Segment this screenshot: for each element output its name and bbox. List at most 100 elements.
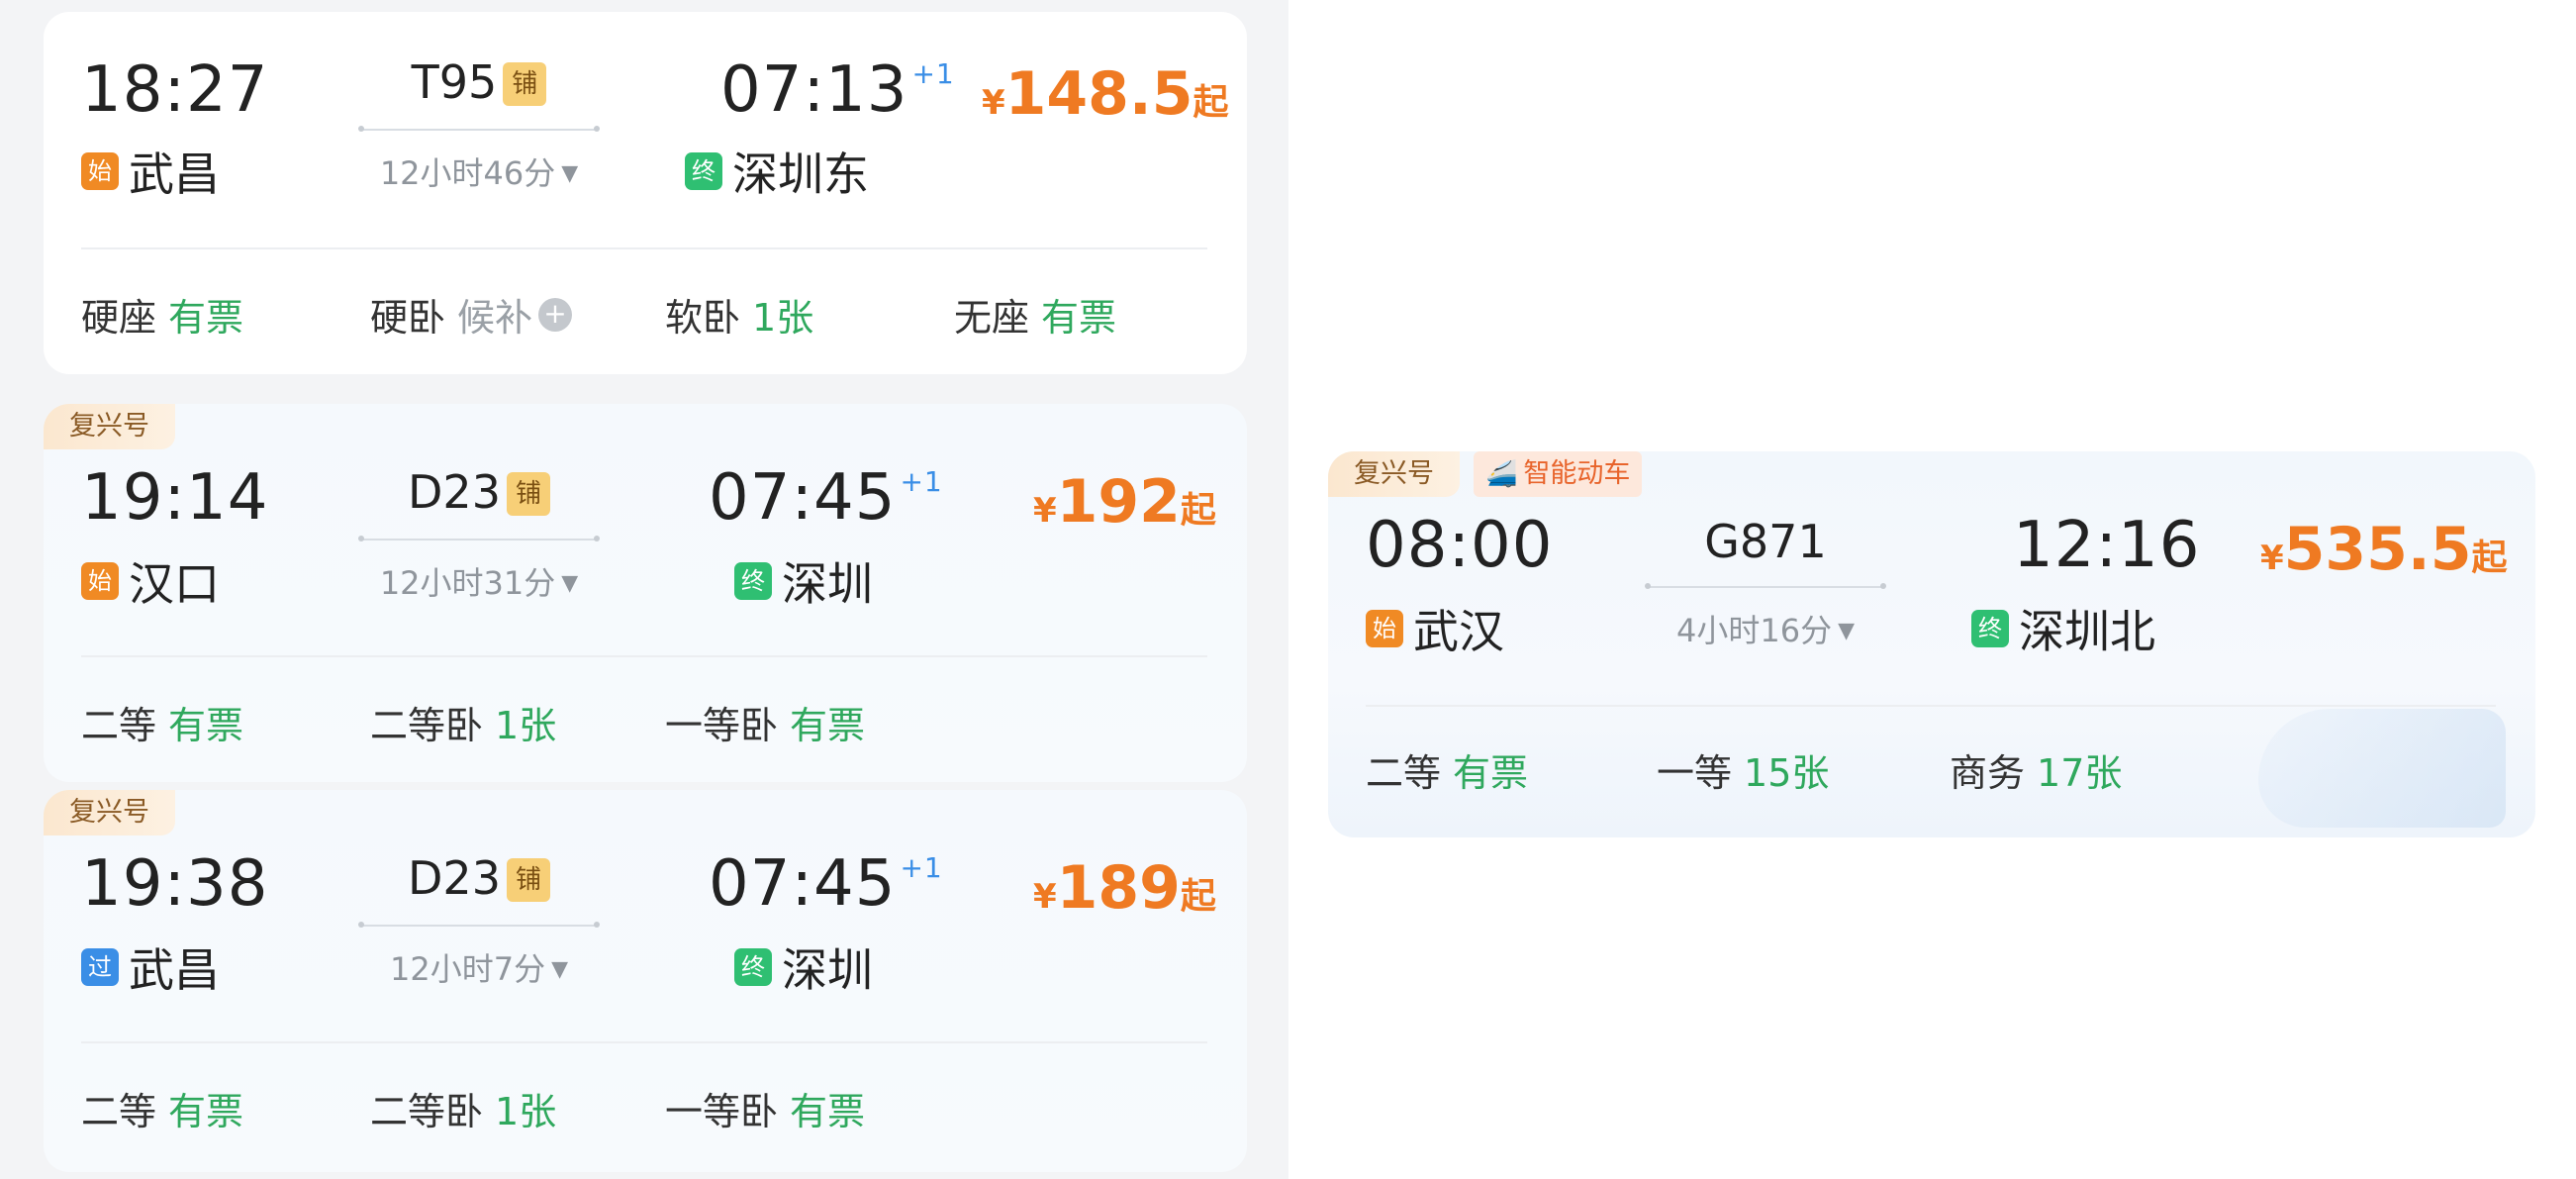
seat-label: 无座 [954, 296, 1030, 340]
seat-label: 软卧 [665, 296, 741, 340]
price-suffix: 起 [1180, 490, 1216, 531]
seat-option[interactable]: 二等卧 1张 [370, 695, 556, 749]
seat-label: 二等卧 [370, 704, 484, 747]
pass-station-badge: 过 [81, 948, 119, 986]
arrive-time: 07:45 +1 [709, 847, 943, 921]
seat-status: 1张 [495, 1090, 557, 1133]
seat-status: 1张 [495, 704, 557, 747]
currency-symbol: ¥ [1033, 877, 1057, 917]
seat-option[interactable]: 硬座 有票 [81, 287, 243, 342]
seat-status: 17张 [2037, 751, 2123, 795]
train-card-d23-hankou[interactable]: 复兴号 19:14 始 汉口 D23 铺 12小时31分 ▼ 07:45 +1 终 深… [44, 404, 1247, 782]
train-front-icon: 🚄 [1485, 459, 1518, 489]
seat-option[interactable]: 一等 15张 [1657, 742, 1829, 797]
seat-label: 一等卧 [665, 1090, 779, 1133]
seat-label: 二等 [1366, 751, 1442, 795]
arrive-time-text: 12:16 [2013, 509, 2201, 582]
caret-down-icon: ▼ [561, 161, 579, 186]
seat-status: 有票 [1041, 296, 1117, 340]
train-number-text: D23 [408, 465, 501, 519]
seat-option[interactable]: 无座 有票 [954, 287, 1116, 342]
seat-status: 有票 [790, 704, 866, 747]
train-card-t95[interactable]: 18:27 始 武昌 T95 铺 12小时46分 ▼ 07:13 +1 终 深圳东 ¥… [44, 12, 1247, 374]
duration-toggle[interactable]: 4小时16分 ▼ [1647, 606, 1884, 651]
smart-emu-tag-text: 智能动车 [1523, 458, 1631, 489]
duration-toggle[interactable]: 12小时7分 ▼ [360, 944, 598, 990]
seat-status: 有票 [168, 296, 244, 340]
arrive-time: 07:13 +1 [720, 53, 955, 127]
seat-status: 15张 [1744, 751, 1830, 795]
sleeper-badge: 铺 [503, 62, 547, 106]
next-day-marker: +1 [900, 465, 943, 498]
depart-station: 始 汉口 [81, 548, 220, 614]
seat-option[interactable]: 二等 有票 [81, 1081, 243, 1135]
route-line [1645, 583, 1886, 589]
arrive-station-name: 深圳 [782, 943, 873, 997]
seat-status: 候补 [457, 296, 533, 340]
sleeper-badge: 铺 [506, 858, 550, 902]
depart-station: 始 武昌 [81, 139, 220, 204]
seat-option[interactable]: 二等 有票 [1366, 742, 1528, 797]
train-number[interactable]: T95 铺 [360, 55, 598, 109]
seat-option[interactable]: 二等卧 1张 [370, 1081, 556, 1135]
seat-status: 有票 [168, 704, 244, 747]
seat-status: 有票 [1453, 751, 1529, 795]
depart-station-name: 武昌 [129, 147, 220, 201]
duration-toggle[interactable]: 12小时31分 ▼ [360, 558, 598, 604]
caret-down-icon: ▼ [551, 957, 568, 982]
plus-circle-icon[interactable]: + [538, 297, 573, 332]
duration-text: 12小时31分 [379, 564, 556, 602]
next-day-marker: +1 [911, 57, 955, 90]
train-number-text: D23 [408, 851, 501, 905]
train-watermark-icon [2258, 709, 2506, 828]
depart-station: 过 武昌 [81, 934, 220, 1000]
arrive-time: 07:45 +1 [709, 461, 943, 535]
depart-time: 08:00 [1366, 509, 1554, 582]
price-suffix: 起 [1180, 876, 1216, 917]
seat-label: 商务 [1950, 751, 2026, 795]
seat-label: 一等 [1657, 751, 1733, 795]
arrive-station: 终 深圳北 [1971, 596, 2155, 661]
route-line [358, 536, 600, 541]
arrive-station: 终 深圳 [734, 548, 873, 614]
caret-down-icon: ▼ [1838, 619, 1855, 643]
seat-option[interactable]: 商务 17张 [1950, 742, 2122, 797]
price-value: 192 [1056, 467, 1181, 537]
seat-label: 硬卧 [370, 296, 446, 340]
train-number-text: T95 [411, 55, 498, 109]
seat-option[interactable]: 一等卧 有票 [665, 1081, 865, 1135]
train-card-d23-wuchang[interactable]: 复兴号 19:38 过 武昌 D23 铺 12小时7分 ▼ 07:45 +1 终 深圳… [44, 790, 1247, 1172]
train-number[interactable]: G871 [1647, 515, 1884, 568]
seat-option[interactable]: 一等卧 有票 [665, 695, 865, 749]
train-number[interactable]: D23 铺 [360, 465, 598, 519]
seat-status: 有票 [790, 1090, 866, 1133]
currency-symbol: ¥ [1033, 491, 1057, 531]
route-line [358, 126, 600, 132]
seat-option[interactable]: 二等 有票 [81, 695, 243, 749]
card-divider [81, 247, 1207, 249]
depart-time: 18:27 [81, 53, 269, 127]
route-line [358, 922, 600, 928]
train-number[interactable]: D23 铺 [360, 851, 598, 905]
train-card-g871[interactable]: 复兴号 🚄 智能动车 08:00 始 武汉 G871 4小时16分 ▼ 12:16 … [1328, 451, 2535, 837]
arrive-station-name: 深圳 [782, 557, 873, 611]
fuxing-tag: 复兴号 [44, 404, 175, 449]
seat-option[interactable]: 软卧 1张 [665, 287, 813, 342]
end-station-badge: 终 [1971, 610, 2009, 647]
seat-label: 二等 [81, 704, 157, 747]
start-station-badge: 始 [1366, 610, 1403, 647]
depart-station-name: 汉口 [129, 557, 220, 611]
smart-emu-tag: 🚄 智能动车 [1474, 451, 1643, 497]
card-divider [81, 655, 1207, 657]
price: ¥189起 [1033, 853, 1216, 923]
price-suffix: 起 [2471, 538, 2508, 578]
duration-toggle[interactable]: 12小时46分 ▼ [360, 148, 598, 194]
duration-text: 4小时16分 [1675, 612, 1833, 649]
train-number-text: G871 [1704, 515, 1827, 568]
arrive-time-text: 07:13 [720, 53, 908, 127]
depart-station-name: 武昌 [129, 943, 220, 997]
seat-label: 一等卧 [665, 704, 779, 747]
duration-text: 12小时46分 [379, 154, 556, 192]
currency-symbol: ¥ [2260, 539, 2284, 578]
seat-option[interactable]: 硬卧 候补 + [370, 287, 573, 342]
